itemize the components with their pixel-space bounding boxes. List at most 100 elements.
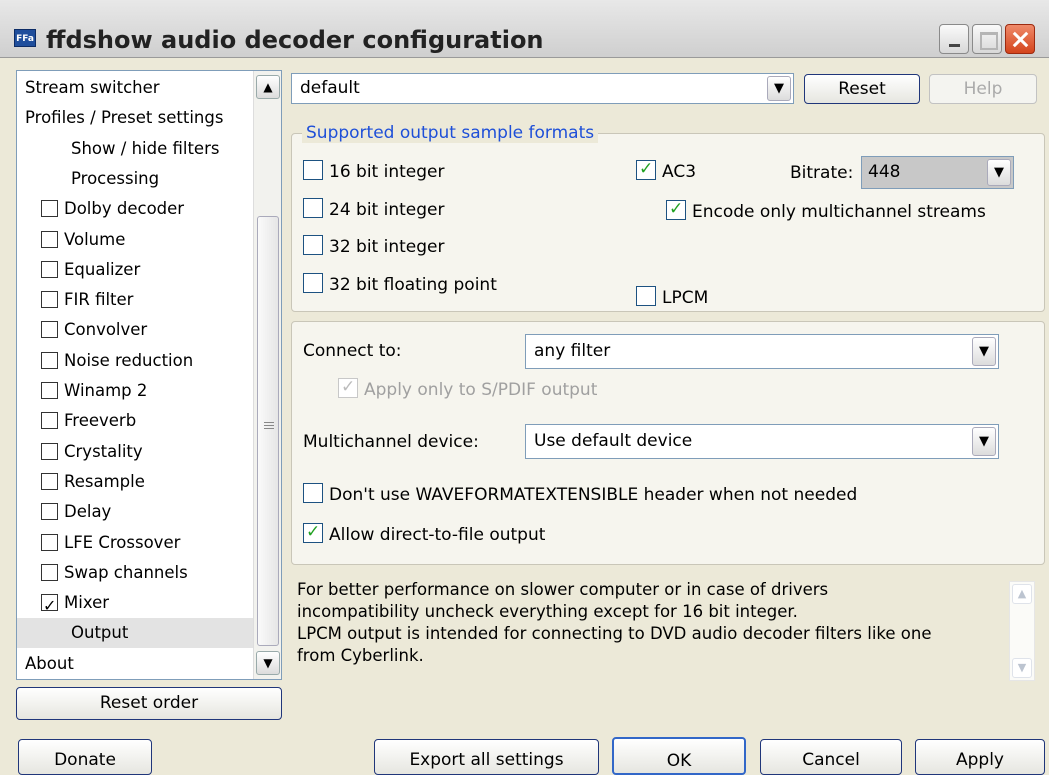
tree-item-label: Equalizer: [64, 259, 141, 279]
ac3-checkbox[interactable]: AC3: [636, 158, 696, 183]
encode-multichannel-checkbox[interactable]: Encode only multichannel streams: [666, 198, 986, 223]
chevron-down-icon[interactable]: ▼: [972, 337, 996, 366]
tree-item[interactable]: Crystality: [17, 437, 253, 467]
format-24bit-checkbox[interactable]: 24 bit integer: [303, 198, 444, 221]
checkbox-checked-icon: [636, 158, 656, 180]
checkbox-icon[interactable]: [41, 442, 58, 460]
chevron-down-icon[interactable]: ▼: [987, 159, 1011, 186]
checkbox-checked-icon[interactable]: [41, 591, 58, 621]
tree-item[interactable]: Processing: [17, 164, 253, 194]
multichannel-device-label: Multichannel device:: [303, 432, 479, 452]
lpcm-label: LPCM: [662, 288, 709, 308]
scrollbar-thumb[interactable]: [257, 216, 279, 646]
scroll-up-icon[interactable]: ▲: [1012, 584, 1032, 604]
window-title: ffdshow audio decoder configuration: [46, 26, 544, 54]
tree-item-label: Dolby decoder: [64, 199, 185, 219]
info-text: For better performance on slower compute…: [297, 579, 997, 667]
spdif-only-label: Apply only to S/PDIF output: [364, 380, 598, 400]
checkbox-icon[interactable]: [41, 200, 58, 218]
tree-item-label: Crystality: [64, 441, 143, 461]
scroll-up-icon[interactable]: ▲: [256, 75, 280, 99]
info-line: For better performance on slower compute…: [297, 580, 829, 599]
apply-button[interactable]: Apply: [915, 739, 1045, 775]
scroll-down-icon[interactable]: ▼: [256, 651, 280, 675]
reset-order-button[interactable]: Reset order: [16, 687, 282, 720]
tree-scrollbar[interactable]: ▲ ▼: [253, 71, 281, 679]
tree-item-label: Stream switcher: [25, 78, 160, 97]
close-button[interactable]: [1005, 24, 1035, 54]
tree-item[interactable]: FIR filter: [17, 285, 253, 315]
connect-to-select[interactable]: any filter ▼: [525, 334, 999, 369]
tree-item-label: Show / hide filters: [71, 138, 220, 158]
title-bar[interactable]: FFa ffdshow audio decoder configuration: [0, 0, 1049, 58]
tree-item-label: Resample: [64, 471, 145, 491]
tree-item-label: LFE Crossover: [64, 532, 181, 552]
format-16bit-checkbox[interactable]: 16 bit integer: [303, 160, 445, 183]
tree-item[interactable]: Noise reduction: [17, 346, 253, 376]
checkbox-icon[interactable]: [41, 230, 58, 248]
no-waveformatextensible-checkbox[interactable]: Don't use WAVEFORMATEXTENSIBLE header wh…: [303, 483, 858, 506]
tree-item[interactable]: Equalizer: [17, 255, 253, 285]
chevron-down-icon[interactable]: ▼: [767, 76, 791, 101]
multichannel-device-select[interactable]: Use default device ▼: [525, 424, 999, 459]
info-scrollbar[interactable]: ▲ ▼: [1009, 581, 1035, 681]
cancel-button[interactable]: Cancel: [760, 739, 902, 775]
tree-item-label: Processing: [71, 168, 160, 188]
settings-tree: Stream switcher Profiles / Preset setting…: [16, 70, 282, 680]
bitrate-select[interactable]: 448 ▼: [861, 156, 1014, 189]
format-16bit-label: 16 bit integer: [329, 162, 445, 182]
tree-item[interactable]: Profiles / Preset settings: [17, 103, 253, 133]
tree-item[interactable]: Output: [17, 618, 253, 649]
reset-button[interactable]: Reset: [804, 74, 920, 104]
donate-button[interactable]: Donate: [18, 739, 152, 775]
lpcm-checkbox[interactable]: LPCM: [636, 286, 709, 309]
encode-multichannel-label: Encode only multichannel streams: [692, 202, 986, 222]
profile-value: default: [300, 78, 360, 98]
profile-select[interactable]: default ▼: [291, 73, 794, 104]
no-waveformatextensible-label: Don't use WAVEFORMATEXTENSIBLE header wh…: [329, 485, 858, 505]
direct-to-file-checkbox[interactable]: Allow direct-to-file output: [303, 521, 545, 546]
export-settings-button[interactable]: Export all settings: [374, 739, 599, 775]
tree-item[interactable]: Show / hide filters: [17, 134, 253, 164]
tree-item-label: FIR filter: [64, 290, 134, 310]
ok-button[interactable]: OK: [612, 737, 746, 775]
tree-item[interactable]: Mixer: [17, 588, 253, 621]
tree-item[interactable]: Volume: [17, 225, 253, 255]
checkbox-icon[interactable]: [41, 351, 58, 369]
checkbox-icon[interactable]: [41, 472, 58, 490]
format-32bit-checkbox[interactable]: 32 bit integer: [303, 235, 444, 258]
help-button[interactable]: Help: [929, 74, 1037, 104]
tree-item[interactable]: Dolby decoder: [17, 194, 253, 224]
tree-item-label: Delay: [64, 502, 112, 522]
checkbox-icon[interactable]: [41, 260, 58, 278]
minimize-button[interactable]: [939, 24, 969, 54]
checkbox-icon[interactable]: [41, 382, 58, 399]
tree-item[interactable]: LFE Crossover: [17, 528, 253, 558]
spdif-only-checkbox[interactable]: Apply only to S/PDIF output: [338, 376, 598, 401]
tree-item[interactable]: Swap channels: [17, 558, 253, 588]
chevron-down-icon[interactable]: ▼: [972, 427, 996, 456]
checkbox-icon[interactable]: [41, 291, 58, 309]
tree-item[interactable]: About: [17, 649, 253, 679]
format-float-label: 32 bit floating point: [329, 275, 497, 295]
checkbox-icon[interactable]: [41, 563, 58, 581]
checkbox-icon: [303, 483, 323, 503]
checkbox-icon[interactable]: [41, 503, 58, 521]
tree-item[interactable]: Resample: [17, 467, 253, 497]
checkbox-icon[interactable]: [41, 412, 58, 430]
format-float-checkbox[interactable]: 32 bit floating point: [303, 273, 497, 296]
checkbox-icon[interactable]: [41, 321, 58, 339]
tree-item[interactable]: Convolver: [17, 315, 253, 345]
tree-item-label: Noise reduction: [64, 350, 194, 370]
tree-item[interactable]: Winamp 2: [17, 376, 253, 406]
maximize-button[interactable]: [972, 24, 1002, 54]
tree-item[interactable]: Freeverb: [17, 406, 253, 436]
tree-item-label: Volume: [64, 229, 126, 249]
checkbox-icon: [303, 160, 323, 180]
tree-item-label: Swap channels: [64, 562, 188, 582]
checkbox-icon: [303, 198, 323, 218]
checkbox-icon[interactable]: [41, 533, 58, 551]
tree-item[interactable]: Stream switcher: [17, 73, 253, 103]
tree-item[interactable]: Delay: [17, 497, 253, 527]
scroll-down-icon[interactable]: ▼: [1012, 658, 1032, 678]
